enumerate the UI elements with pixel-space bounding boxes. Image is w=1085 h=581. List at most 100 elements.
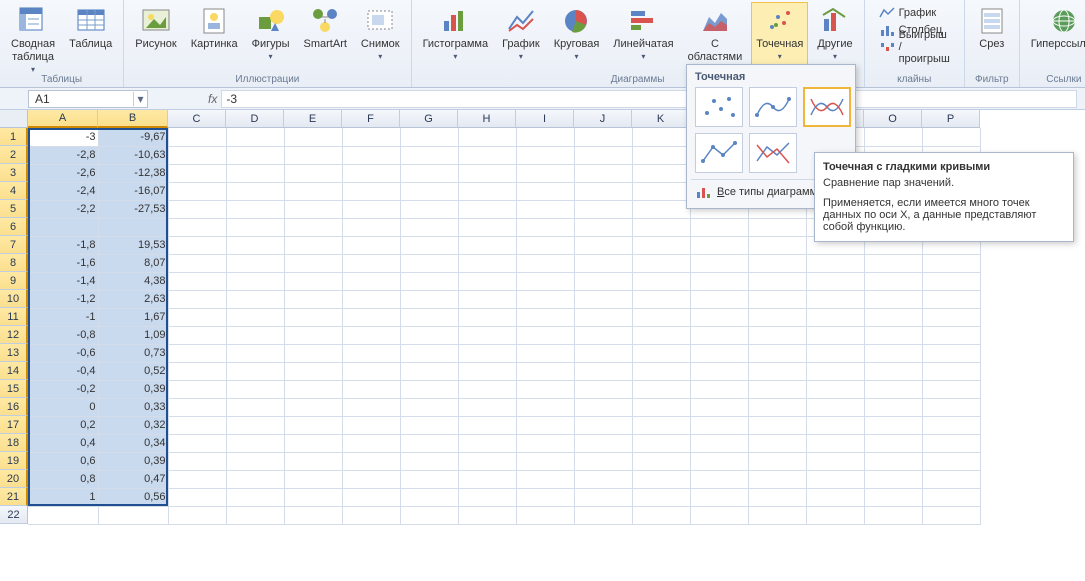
cell-B13[interactable]: 0,73 xyxy=(98,344,168,362)
cell-F11[interactable] xyxy=(342,308,400,326)
cell-E10[interactable] xyxy=(284,290,342,308)
cell-D9[interactable] xyxy=(226,272,284,290)
cell-K18[interactable] xyxy=(632,434,690,452)
name-box[interactable]: A1 ▾ xyxy=(28,90,148,108)
pivot-table-button[interactable]: Сводная таблица ▾ xyxy=(6,2,60,70)
cell-B1[interactable]: -9,67 xyxy=(98,128,168,146)
cell-B5[interactable]: -27,53 xyxy=(98,200,168,218)
cell-D22[interactable] xyxy=(226,506,284,524)
column-header-J[interactable]: J xyxy=(574,110,632,128)
cell-K21[interactable] xyxy=(632,488,690,506)
cell-F7[interactable] xyxy=(342,236,400,254)
column-header-I[interactable]: I xyxy=(516,110,574,128)
cell-C13[interactable] xyxy=(168,344,226,362)
cell-K10[interactable] xyxy=(632,290,690,308)
cell-K4[interactable] xyxy=(632,182,690,200)
scatter-smooth-lines[interactable] xyxy=(803,87,851,127)
column-header-A[interactable]: A xyxy=(28,110,98,128)
column-header-F[interactable]: F xyxy=(342,110,400,128)
cell-P21[interactable] xyxy=(922,488,980,506)
cell-K15[interactable] xyxy=(632,380,690,398)
cell-B10[interactable]: 2,63 xyxy=(98,290,168,308)
cell-C16[interactable] xyxy=(168,398,226,416)
cell-M6[interactable] xyxy=(748,218,806,236)
cell-G5[interactable] xyxy=(400,200,458,218)
cell-N11[interactable] xyxy=(806,308,864,326)
cell-J22[interactable] xyxy=(574,506,632,524)
cell-C18[interactable] xyxy=(168,434,226,452)
cell-E11[interactable] xyxy=(284,308,342,326)
cell-O13[interactable] xyxy=(864,344,922,362)
cell-G18[interactable] xyxy=(400,434,458,452)
cell-I21[interactable] xyxy=(516,488,574,506)
row-header-6[interactable]: 6 xyxy=(0,218,28,236)
cell-J20[interactable] xyxy=(574,470,632,488)
row-header-16[interactable]: 16 xyxy=(0,398,28,416)
cell-A22[interactable] xyxy=(28,506,98,524)
pie-chart-button[interactable]: Круговая ▾ xyxy=(549,2,605,70)
cell-L19[interactable] xyxy=(690,452,748,470)
cell-E21[interactable] xyxy=(284,488,342,506)
cell-G3[interactable] xyxy=(400,164,458,182)
cell-I22[interactable] xyxy=(516,506,574,524)
cell-P8[interactable] xyxy=(922,254,980,272)
cell-J15[interactable] xyxy=(574,380,632,398)
cell-H11[interactable] xyxy=(458,308,516,326)
cell-F4[interactable] xyxy=(342,182,400,200)
cell-C19[interactable] xyxy=(168,452,226,470)
cell-J13[interactable] xyxy=(574,344,632,362)
cell-H13[interactable] xyxy=(458,344,516,362)
row-header-14[interactable]: 14 xyxy=(0,362,28,380)
cell-H4[interactable] xyxy=(458,182,516,200)
cell-K22[interactable] xyxy=(632,506,690,524)
cell-E4[interactable] xyxy=(284,182,342,200)
scatter-chart-button[interactable]: Точечная ▾ xyxy=(751,2,808,70)
cell-P10[interactable] xyxy=(922,290,980,308)
cell-I11[interactable] xyxy=(516,308,574,326)
cell-F22[interactable] xyxy=(342,506,400,524)
cell-K19[interactable] xyxy=(632,452,690,470)
cell-A10[interactable]: -1,2 xyxy=(28,290,98,308)
cell-E17[interactable] xyxy=(284,416,342,434)
cell-H10[interactable] xyxy=(458,290,516,308)
cell-O8[interactable] xyxy=(864,254,922,272)
area-chart-button[interactable]: С областями ▾ xyxy=(683,2,748,70)
row-header-17[interactable]: 17 xyxy=(0,416,28,434)
select-all-corner[interactable] xyxy=(0,110,28,128)
cell-H2[interactable] xyxy=(458,146,516,164)
cell-A1[interactable]: -3 xyxy=(28,128,98,146)
cell-B12[interactable]: 1,09 xyxy=(98,326,168,344)
cell-L20[interactable] xyxy=(690,470,748,488)
cell-M18[interactable] xyxy=(748,434,806,452)
column-header-G[interactable]: G xyxy=(400,110,458,128)
cell-H18[interactable] xyxy=(458,434,516,452)
cell-E1[interactable] xyxy=(284,128,342,146)
column-header-H[interactable]: H xyxy=(458,110,516,128)
cell-I16[interactable] xyxy=(516,398,574,416)
cell-P19[interactable] xyxy=(922,452,980,470)
cell-E6[interactable] xyxy=(284,218,342,236)
cell-B15[interactable]: 0,39 xyxy=(98,380,168,398)
cell-J14[interactable] xyxy=(574,362,632,380)
cell-G17[interactable] xyxy=(400,416,458,434)
cell-L11[interactable] xyxy=(690,308,748,326)
cell-M22[interactable] xyxy=(748,506,806,524)
cell-F3[interactable] xyxy=(342,164,400,182)
cell-M9[interactable] xyxy=(748,272,806,290)
cell-A5[interactable]: -2,2 xyxy=(28,200,98,218)
cell-C10[interactable] xyxy=(168,290,226,308)
cell-D17[interactable] xyxy=(226,416,284,434)
cell-D6[interactable] xyxy=(226,218,284,236)
cell-G22[interactable] xyxy=(400,506,458,524)
cell-K9[interactable] xyxy=(632,272,690,290)
cell-E22[interactable] xyxy=(284,506,342,524)
cell-J9[interactable] xyxy=(574,272,632,290)
cell-L12[interactable] xyxy=(690,326,748,344)
cell-M17[interactable] xyxy=(748,416,806,434)
cell-A16[interactable]: 0 xyxy=(28,398,98,416)
row-header-1[interactable]: 1 xyxy=(0,128,28,146)
bar-chart-button[interactable]: Линейчатая ▾ xyxy=(608,2,678,70)
cell-E19[interactable] xyxy=(284,452,342,470)
cell-D14[interactable] xyxy=(226,362,284,380)
cell-N9[interactable] xyxy=(806,272,864,290)
